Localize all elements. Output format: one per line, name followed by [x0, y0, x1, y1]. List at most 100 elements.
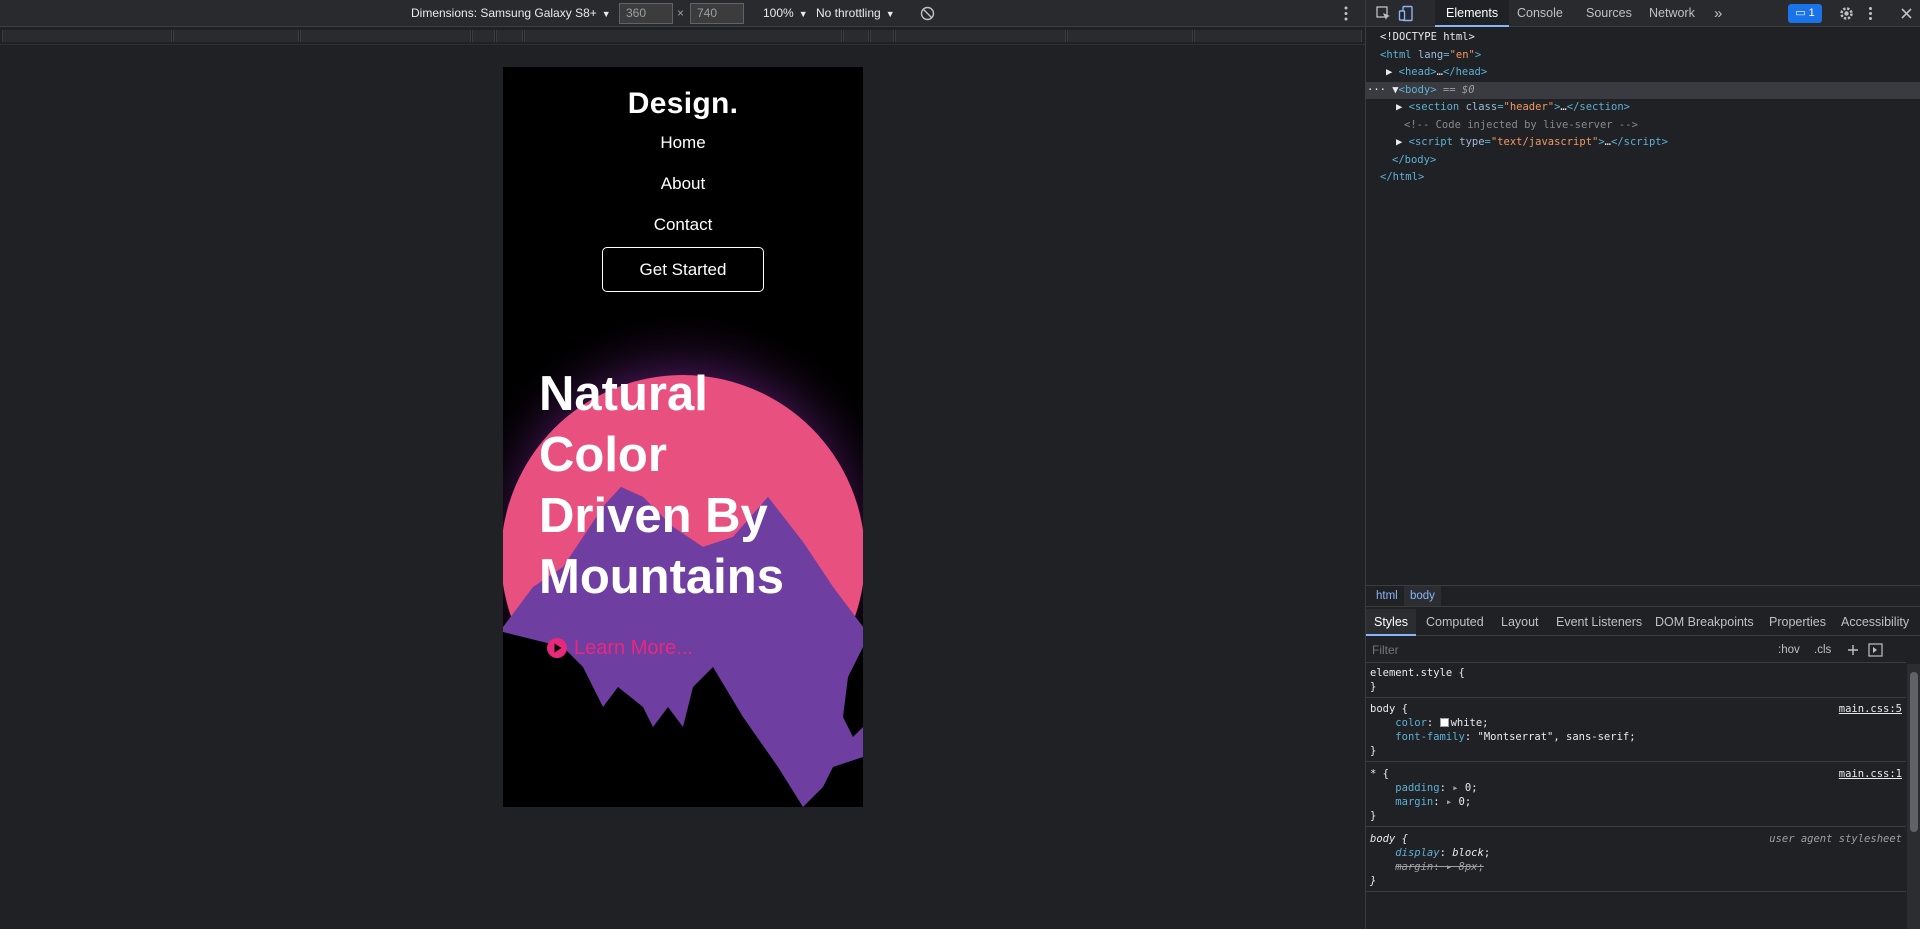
tab-properties[interactable]: Properties — [1769, 609, 1826, 636]
close-icon[interactable] — [1898, 5, 1915, 22]
media-query-segment[interactable] — [843, 30, 869, 42]
caret-down-icon: ▼ — [601, 9, 611, 19]
breadcrumb-body[interactable]: body — [1404, 586, 1441, 606]
style-rule-universal[interactable]: main.css:1 * { padding: ▸ 0; margin: ▸ 0… — [1366, 765, 1906, 827]
css-property[interactable]: margin — [1395, 796, 1433, 808]
tree-node-body-close[interactable]: </body> — [1366, 152, 1920, 170]
styles-scrollbar[interactable] — [1907, 664, 1920, 929]
tree-node-html[interactable]: <html lang="en"> — [1366, 47, 1920, 65]
media-query-segment[interactable] — [173, 30, 299, 42]
rotate-icon[interactable] — [920, 6, 935, 21]
nav-link-home[interactable]: Home — [503, 133, 863, 153]
tab-elements[interactable]: Elements — [1435, 0, 1510, 27]
css-property[interactable]: padding — [1395, 782, 1439, 794]
hero-heading-line: Natural — [539, 367, 708, 421]
rule-selector: * { — [1370, 768, 1389, 780]
toggle-sidebar-icon[interactable] — [1868, 643, 1883, 657]
nav-link-about[interactable]: About — [503, 174, 863, 194]
nav-link-contact[interactable]: Contact — [503, 215, 863, 235]
expand-arrow-icon[interactable]: ▶ — [1366, 136, 1402, 148]
css-property[interactable]: color — [1395, 717, 1427, 729]
style-rule-user-agent[interactable]: user agent stylesheet body { display: bl… — [1366, 830, 1906, 892]
media-query-bar — [0, 28, 1365, 45]
more-tabs-icon[interactable]: » — [1714, 0, 1722, 27]
css-value[interactable]: "Montserrat", sans-serif — [1478, 731, 1630, 743]
hero-heading: Natural Color Driven By Mountains — [539, 364, 849, 608]
brand-logo[interactable]: Design. — [503, 87, 863, 121]
device-dimensions-dropdown[interactable]: Dimensions: Samsung Galaxy S8+ ▼ — [411, 0, 611, 27]
rule-selector: body { — [1370, 833, 1408, 845]
css-value: block — [1452, 847, 1484, 859]
section-tag: section — [1414, 101, 1460, 113]
caret-down-icon: ▼ — [798, 9, 808, 19]
expand-arrow-icon[interactable]: ▶ — [1366, 101, 1402, 113]
media-query-segment[interactable] — [300, 30, 471, 42]
learn-more-link[interactable]: Learn More... — [547, 635, 693, 661]
hero-heading-line: Color — [539, 428, 667, 482]
inspect-element-icon[interactable] — [1375, 5, 1392, 22]
kebab-menu-icon[interactable] — [1862, 5, 1879, 22]
device-width-input[interactable]: 360 — [619, 3, 673, 24]
tree-node-body[interactable]: ··· ▼<body> == $0 — [1366, 81, 1920, 99]
devtools-tab-bar: Elements Console Sources Network » ▭ 1 — [1366, 0, 1920, 27]
tree-node-doctype[interactable]: <!DOCTYPE html> — [1366, 29, 1920, 47]
tab-sources[interactable]: Sources — [1586, 0, 1632, 27]
color-swatch-icon[interactable] — [1439, 718, 1449, 727]
tree-node-script[interactable]: ▶ <script type="text/javascript">…</scri… — [1366, 134, 1920, 152]
styles-filter-input[interactable] — [1372, 642, 1752, 658]
get-started-button[interactable]: Get Started — [602, 247, 764, 292]
device-screen: Design. Home About Contact Get Started N… — [503, 67, 863, 807]
html-close-tag: html — [1392, 171, 1418, 183]
rule-source-link[interactable]: main.css:5 — [1839, 702, 1902, 716]
device-height-input[interactable]: 740 — [690, 3, 744, 24]
media-query-segment[interactable] — [1194, 30, 1362, 42]
rule-close: } — [1370, 745, 1377, 757]
media-query-segment[interactable] — [2, 30, 172, 42]
tab-event-listeners[interactable]: Event Listeners — [1556, 609, 1642, 636]
css-value[interactable]: white — [1451, 717, 1483, 729]
more-options-icon[interactable] — [1340, 0, 1352, 27]
tab-styles[interactable]: Styles — [1366, 609, 1417, 636]
hero-heading-line: Mountains — [539, 550, 784, 604]
tab-layout[interactable]: Layout — [1501, 609, 1539, 636]
tab-dom-breakpoints[interactable]: DOM Breakpoints — [1655, 609, 1754, 636]
issues-badge[interactable]: ▭ 1 — [1788, 4, 1822, 23]
media-query-segment[interactable] — [1067, 30, 1193, 42]
css-property: display — [1395, 847, 1440, 859]
tree-node-head[interactable]: ▶ <head>…</head> — [1366, 64, 1920, 82]
css-property[interactable]: font-family — [1395, 731, 1465, 743]
breadcrumb-html[interactable]: html — [1370, 586, 1404, 606]
device-viewport-area: Dimensions: Samsung Galaxy S8+ ▼ 360 × 74… — [0, 0, 1365, 929]
class-toggle[interactable]: .cls — [1814, 637, 1831, 663]
style-rule-body[interactable]: main.css:5 body { color: white; font-fam… — [1366, 700, 1906, 762]
html-tag: html — [1386, 48, 1412, 61]
expand-arrow-icon[interactable]: ▸ — [1452, 782, 1458, 794]
throttling-dropdown[interactable]: No throttling ▼ — [816, 0, 895, 27]
css-value[interactable]: 0 — [1459, 796, 1465, 808]
scrollbar-thumb[interactable] — [1910, 672, 1918, 832]
media-query-segment[interactable] — [524, 30, 842, 42]
rule-source-link[interactable]: main.css:1 — [1839, 767, 1902, 781]
add-rule-icon[interactable] — [1846, 643, 1860, 657]
expand-arrow-icon[interactable]: ▸ — [1446, 796, 1452, 808]
tree-node-comment[interactable]: <!-- Code injected by live-server --> — [1366, 117, 1920, 135]
learn-more-label: Learn More... — [574, 636, 693, 659]
style-rule-element[interactable]: element.style { } — [1366, 664, 1906, 698]
tab-console[interactable]: Console — [1517, 0, 1563, 27]
hover-state-toggle[interactable]: :hov — [1778, 637, 1800, 663]
tree-node-section[interactable]: ▶ <section class="header">…</section> — [1366, 99, 1920, 117]
media-query-segment[interactable] — [870, 30, 894, 42]
tab-computed[interactable]: Computed — [1426, 609, 1484, 636]
media-query-segment[interactable] — [895, 30, 1066, 42]
gear-icon[interactable] — [1838, 5, 1855, 22]
expand-arrow-icon[interactable]: ▶ — [1366, 66, 1392, 78]
device-toggle-icon[interactable] — [1398, 5, 1415, 22]
media-query-segment[interactable] — [472, 30, 495, 42]
media-query-segment[interactable] — [496, 30, 523, 42]
tab-network[interactable]: Network — [1649, 0, 1695, 27]
play-circle-icon — [547, 638, 567, 658]
zoom-dropdown[interactable]: 100% ▼ — [763, 0, 808, 27]
css-value[interactable]: 0 — [1465, 782, 1471, 794]
tree-node-html-close[interactable]: </html> — [1366, 169, 1920, 187]
tab-accessibility[interactable]: Accessibility — [1841, 609, 1909, 636]
